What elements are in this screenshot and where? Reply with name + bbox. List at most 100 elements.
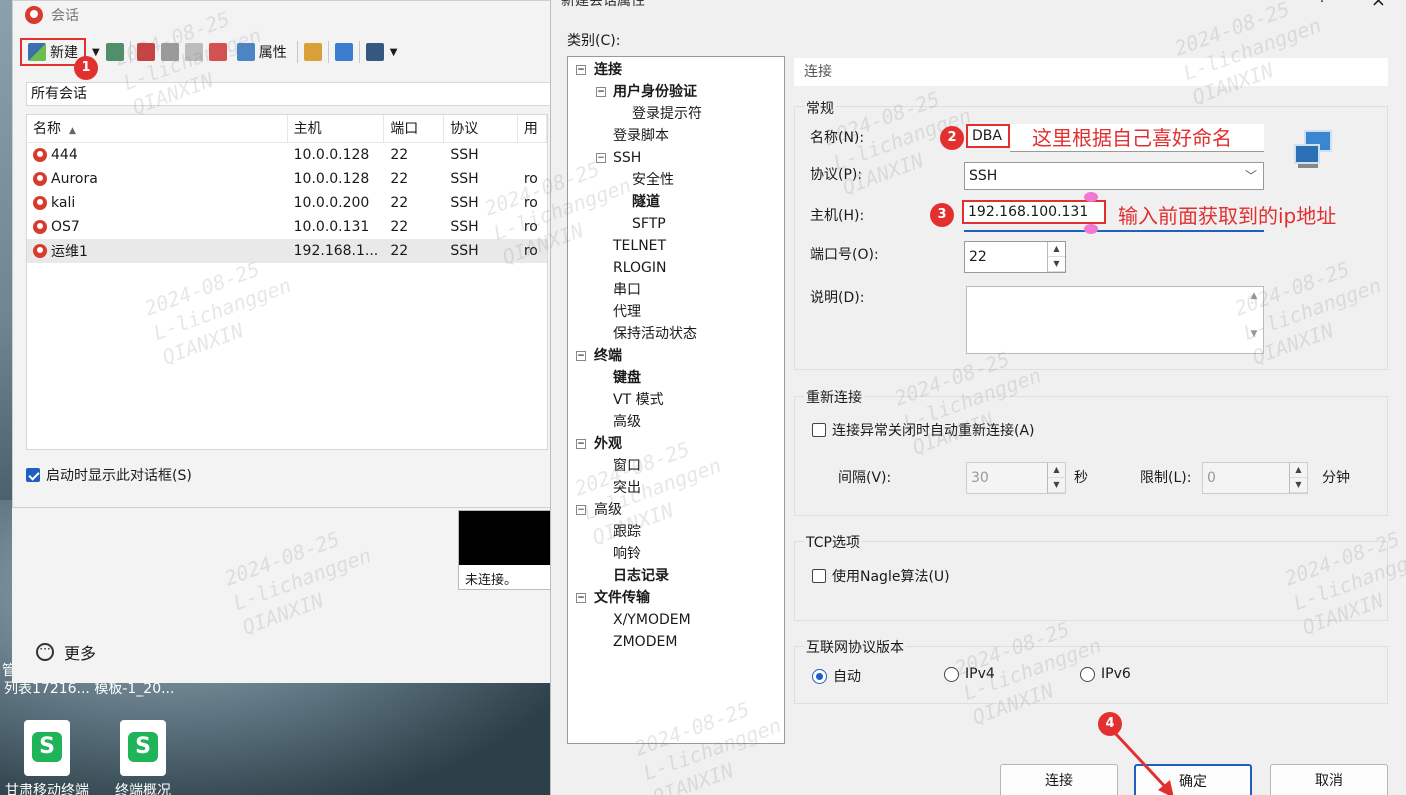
properties-label: 属性 <box>258 45 287 61</box>
tree-item[interactable]: 键盘 <box>568 367 784 389</box>
desktop-icon-2[interactable]: S 终端概况 <box>88 720 198 795</box>
table-row[interactable]: kali 10.0.0.200 22 SSH ro <box>27 191 547 215</box>
host-input[interactable]: 192.168.100.131 <box>962 200 1106 224</box>
column-header-host[interactable]: 主机 <box>288 115 385 143</box>
tree-item[interactable]: X/YMODEM <box>568 609 784 631</box>
tree-item[interactable]: 高级 <box>568 411 784 433</box>
paste-icon[interactable] <box>184 43 203 61</box>
spin-down-icon[interactable]: ▼ <box>1048 478 1065 493</box>
table-row[interactable]: OS7 10.0.0.131 22 SSH ro <box>27 215 547 239</box>
tree-item[interactable]: 跟踪 <box>568 521 784 543</box>
column-header-user[interactable]: 用 <box>518 115 547 143</box>
breadcrumb[interactable]: 所有会话 <box>26 82 554 106</box>
ip-option-auto[interactable]: 自动 <box>812 666 861 686</box>
tree-item[interactable]: − 连接 <box>568 59 784 81</box>
spin-down-icon[interactable]: ▼ <box>1048 257 1065 272</box>
name-label: 名称(N): <box>810 130 865 146</box>
spin-down-icon[interactable]: ▼ <box>1290 478 1307 493</box>
view-dropdown-chevron-icon[interactable]: ▼ <box>390 47 398 58</box>
properties-icon <box>236 43 255 61</box>
spin-up-icon[interactable]: ▲ <box>1048 463 1065 478</box>
tree-item[interactable]: 隧道 <box>568 191 784 213</box>
tree-item[interactable]: 代理 <box>568 301 784 323</box>
tree-item[interactable]: − 用户身份验证 <box>568 81 784 103</box>
tree-item[interactable]: 保持活动状态 <box>568 323 784 345</box>
close-icon[interactable]: × <box>1371 0 1386 11</box>
tree-collapse-icon[interactable]: − <box>596 87 606 97</box>
ip-option-ipv4[interactable]: IPv4 <box>944 666 995 682</box>
radio-selected-icon <box>812 668 827 684</box>
tree-collapse-icon[interactable]: − <box>576 351 586 361</box>
checkbox-checked-icon <box>26 468 40 482</box>
protocol-select[interactable]: SSH ﹀ <box>964 162 1264 190</box>
tree-collapse-icon[interactable]: − <box>576 593 586 603</box>
properties-button[interactable]: 属性 <box>233 38 291 66</box>
tree-item[interactable]: 安全性 <box>568 169 784 191</box>
tree-collapse-icon[interactable]: − <box>576 439 586 449</box>
save-session-icon[interactable] <box>105 43 124 61</box>
port-input[interactable]: 22 ▲ ▼ <box>964 241 1066 273</box>
tree-item[interactable]: 串口 <box>568 279 784 301</box>
tree-item[interactable]: − 终端 <box>568 345 784 367</box>
limit-input[interactable]: 0 ▲ ▼ <box>1202 462 1308 494</box>
spin-up-icon[interactable]: ▲ <box>1048 242 1065 257</box>
tree-item[interactable]: 登录提示符 <box>568 103 784 125</box>
delete-icon[interactable] <box>208 43 227 61</box>
tree-item[interactable]: − 文件传输 <box>568 587 784 609</box>
tree-item[interactable]: 窗口 <box>568 455 784 477</box>
tree-item[interactable]: TELNET <box>568 235 784 257</box>
shortcut-icon[interactable] <box>334 43 353 61</box>
desktop-icon-1[interactable]: S 甘肃移动终端 <box>0 720 102 795</box>
tree-collapse-icon[interactable]: − <box>596 153 606 163</box>
tree-item[interactable]: − SSH <box>568 147 784 169</box>
session-name-cell: Aurora <box>27 171 288 187</box>
tree-item[interactable]: VT 模式 <box>568 389 784 411</box>
tree-collapse-icon[interactable]: − <box>576 505 586 515</box>
spin-up-icon[interactable]: ▲ <box>1290 463 1307 478</box>
session-protocol-cell: SSH <box>450 147 479 163</box>
table-row[interactable]: 运维1 192.168.1... 22 SSH ro <box>27 239 547 263</box>
tree-item-label: 响铃 <box>613 546 641 562</box>
session-port-cell: 22 <box>390 219 409 235</box>
tree-item[interactable]: RLOGIN <box>568 257 784 279</box>
description-scrollbar[interactable]: ▲ ▼ <box>1245 287 1263 353</box>
tree-item[interactable]: 登录脚本 <box>568 125 784 147</box>
ip-option-ipv6[interactable]: IPv6 <box>1080 666 1131 682</box>
new-dropdown-chevron-icon[interactable]: ▼ <box>92 47 100 58</box>
limit-spinner[interactable]: ▲ ▼ <box>1289 463 1307 493</box>
show-on-startup-checkbox[interactable]: 启动时显示此对话框(S) <box>26 465 192 485</box>
session-protocol-cell: SSH <box>450 219 479 235</box>
connect-button[interactable]: 连接 <box>1000 764 1118 795</box>
help-button[interactable]: ? <box>1319 0 1326 6</box>
table-row[interactable]: Aurora 10.0.0.128 22 SSH ro <box>27 167 547 191</box>
tree-item[interactable]: 响铃 <box>568 543 784 565</box>
view-icon[interactable] <box>365 43 384 61</box>
tree-item-label: TELNET <box>613 238 667 254</box>
more-label: 更多 <box>64 644 97 663</box>
tree-collapse-icon[interactable]: − <box>576 65 586 75</box>
auto-reconnect-checkbox[interactable]: 连接异常关闭时自动重新连接(A) <box>812 420 1035 440</box>
tree-item[interactable]: SFTP <box>568 213 784 235</box>
interval-spinner[interactable]: ▲ ▼ <box>1047 463 1065 493</box>
port-spinner[interactable]: ▲ ▼ <box>1047 242 1065 272</box>
column-header-protocol[interactable]: 协议 <box>444 115 518 143</box>
column-header-port[interactable]: 端口 <box>384 115 445 143</box>
description-textarea[interactable]: ▲ ▼ <box>966 286 1264 354</box>
desktop-icon-label: 终端概况 <box>115 783 171 795</box>
tree-item[interactable]: − 高级 <box>568 499 784 521</box>
tree-item[interactable]: ZMODEM <box>568 631 784 653</box>
toolbar-divider <box>358 41 360 63</box>
nagle-checkbox[interactable]: 使用Nagle算法(U) <box>812 566 950 586</box>
folder-icon[interactable] <box>303 43 322 61</box>
name-input[interactable]: DBA <box>966 124 1010 148</box>
interval-input[interactable]: 30 ▲ ▼ <box>966 462 1066 494</box>
more-button[interactable]: ··· 更多 <box>36 640 96 664</box>
column-header-name[interactable]: 名称 ▲ <box>27 115 288 143</box>
tree-item[interactable]: − 外观 <box>568 433 784 455</box>
tree-item[interactable]: 日志记录 <box>568 565 784 587</box>
copy-icon[interactable] <box>160 43 179 61</box>
cut-icon[interactable] <box>136 43 155 61</box>
table-row[interactable]: 444 10.0.0.128 22 SSH <box>27 143 547 167</box>
cancel-button[interactable]: 取消 <box>1270 764 1388 795</box>
tree-item[interactable]: 突出 <box>568 477 784 499</box>
